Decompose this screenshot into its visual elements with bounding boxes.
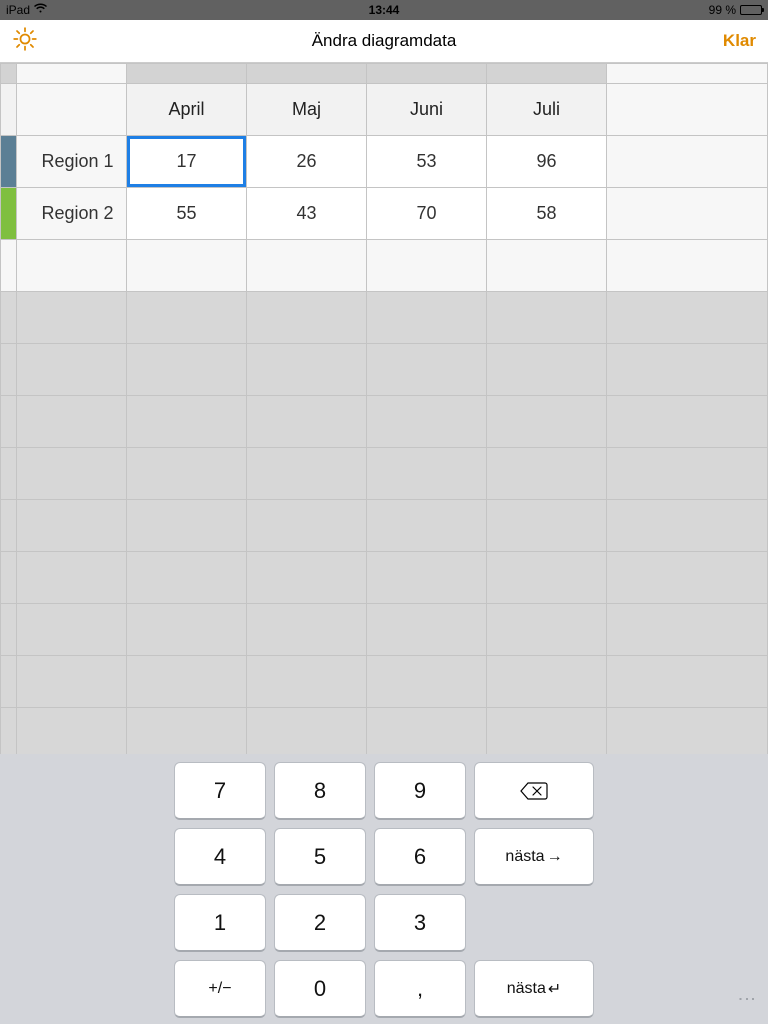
grid-cell[interactable] — [127, 552, 247, 604]
grid-cell[interactable] — [247, 656, 367, 708]
column-header[interactable]: Maj — [247, 84, 367, 136]
key-1[interactable]: 1 — [174, 894, 266, 952]
data-cell[interactable]: 70 — [367, 188, 487, 240]
key-4[interactable]: 4 — [174, 828, 266, 886]
key-5[interactable]: 5 — [274, 828, 366, 886]
row-color-tag — [1, 136, 17, 188]
grid-cell[interactable] — [367, 292, 487, 344]
grid-cell[interactable] — [487, 552, 607, 604]
key-2[interactable]: 2 — [274, 894, 366, 952]
empty-cell[interactable] — [127, 240, 247, 292]
column-header[interactable]: April — [127, 84, 247, 136]
empty-cell[interactable] — [367, 240, 487, 292]
grid-cell[interactable] — [127, 656, 247, 708]
grid-cell[interactable] — [127, 708, 247, 754]
keyboard-options-icon[interactable]: ⋮ — [736, 990, 758, 1010]
arrow-right-icon: → — [547, 848, 563, 866]
numeric-keypad: 7 8 9 4 5 6 nästa→ 1 2 3 +/− 0 , nästa↵ … — [0, 754, 768, 1024]
grid-cell[interactable] — [247, 344, 367, 396]
empty-cell[interactable] — [607, 188, 768, 240]
column-header[interactable]: Juni — [367, 84, 487, 136]
key-7[interactable]: 7 — [174, 762, 266, 820]
grid-cell[interactable] — [127, 396, 247, 448]
empty-cell[interactable] — [487, 240, 607, 292]
row-label[interactable]: Region 1 — [17, 136, 127, 188]
grid-cell[interactable] — [367, 708, 487, 754]
grid-cell[interactable] — [247, 708, 367, 754]
column-header[interactable]: Juli — [487, 84, 607, 136]
empty-cell[interactable] — [607, 136, 768, 188]
key-next-right[interactable]: nästa→ — [474, 828, 594, 886]
battery-icon — [740, 5, 762, 15]
grid-cell[interactable] — [247, 292, 367, 344]
grid-cell[interactable] — [367, 500, 487, 552]
key-next-return[interactable]: nästa↵ — [474, 960, 594, 1018]
battery-percent: 99 % — [709, 3, 736, 17]
grid-cell[interactable] — [367, 448, 487, 500]
row-label[interactable]: Region 2 — [17, 188, 127, 240]
clock: 13:44 — [369, 3, 400, 17]
data-cell[interactable]: 17 — [127, 136, 247, 188]
grid-cell[interactable] — [487, 604, 607, 656]
grid-cell[interactable] — [487, 500, 607, 552]
grid-cell[interactable] — [127, 292, 247, 344]
data-cell[interactable]: 43 — [247, 188, 367, 240]
device-label: iPad — [6, 3, 30, 17]
data-cell[interactable]: 26 — [247, 136, 367, 188]
grid-cell[interactable] — [247, 604, 367, 656]
grid-cell[interactable] — [367, 604, 487, 656]
key-0[interactable]: 0 — [274, 960, 366, 1018]
key-3[interactable]: 3 — [374, 894, 466, 952]
grid-cell[interactable] — [367, 396, 487, 448]
grid-cell[interactable] — [127, 500, 247, 552]
data-cell[interactable]: 58 — [487, 188, 607, 240]
key-9[interactable]: 9 — [374, 762, 466, 820]
grid-cell[interactable] — [487, 448, 607, 500]
grid-cell[interactable] — [367, 344, 487, 396]
key-decimal[interactable]: , — [374, 960, 466, 1018]
data-cell[interactable]: 96 — [487, 136, 607, 188]
grid-cell[interactable] — [487, 396, 607, 448]
grid-cell[interactable] — [127, 604, 247, 656]
key-plus-minus[interactable]: +/− — [174, 960, 266, 1018]
grid-cell[interactable] — [487, 344, 607, 396]
spreadsheet[interactable]: AprilMajJuniJuli Region 117265396 Region 2… — [0, 63, 768, 754]
gear-icon[interactable] — [12, 26, 38, 57]
grid-cell[interactable] — [247, 552, 367, 604]
grid-cell[interactable] — [367, 656, 487, 708]
key-8[interactable]: 8 — [274, 762, 366, 820]
page-title: Ändra diagramdata — [312, 31, 457, 51]
row-color-tag — [1, 188, 17, 240]
grid-cell[interactable] — [247, 396, 367, 448]
key-6[interactable]: 6 — [374, 828, 466, 886]
data-cell[interactable]: 53 — [367, 136, 487, 188]
status-bar: iPad 13:44 99 % — [0, 0, 768, 20]
return-icon: ↵ — [548, 979, 561, 999]
grid-cell[interactable] — [487, 292, 607, 344]
done-button[interactable]: Klar — [723, 31, 756, 51]
nav-bar: Ändra diagramdata Klar — [0, 20, 768, 64]
grid-cell[interactable] — [247, 448, 367, 500]
data-cell[interactable]: 55 — [127, 188, 247, 240]
grid-cell[interactable] — [247, 500, 367, 552]
grid-cell[interactable] — [367, 552, 487, 604]
grid-cell[interactable] — [127, 448, 247, 500]
grid-cell[interactable] — [487, 708, 607, 754]
grid-cell[interactable] — [487, 656, 607, 708]
grid-cell[interactable] — [127, 344, 247, 396]
key-backspace[interactable] — [474, 762, 594, 820]
wifi-icon — [34, 3, 47, 16]
empty-cell[interactable] — [247, 240, 367, 292]
